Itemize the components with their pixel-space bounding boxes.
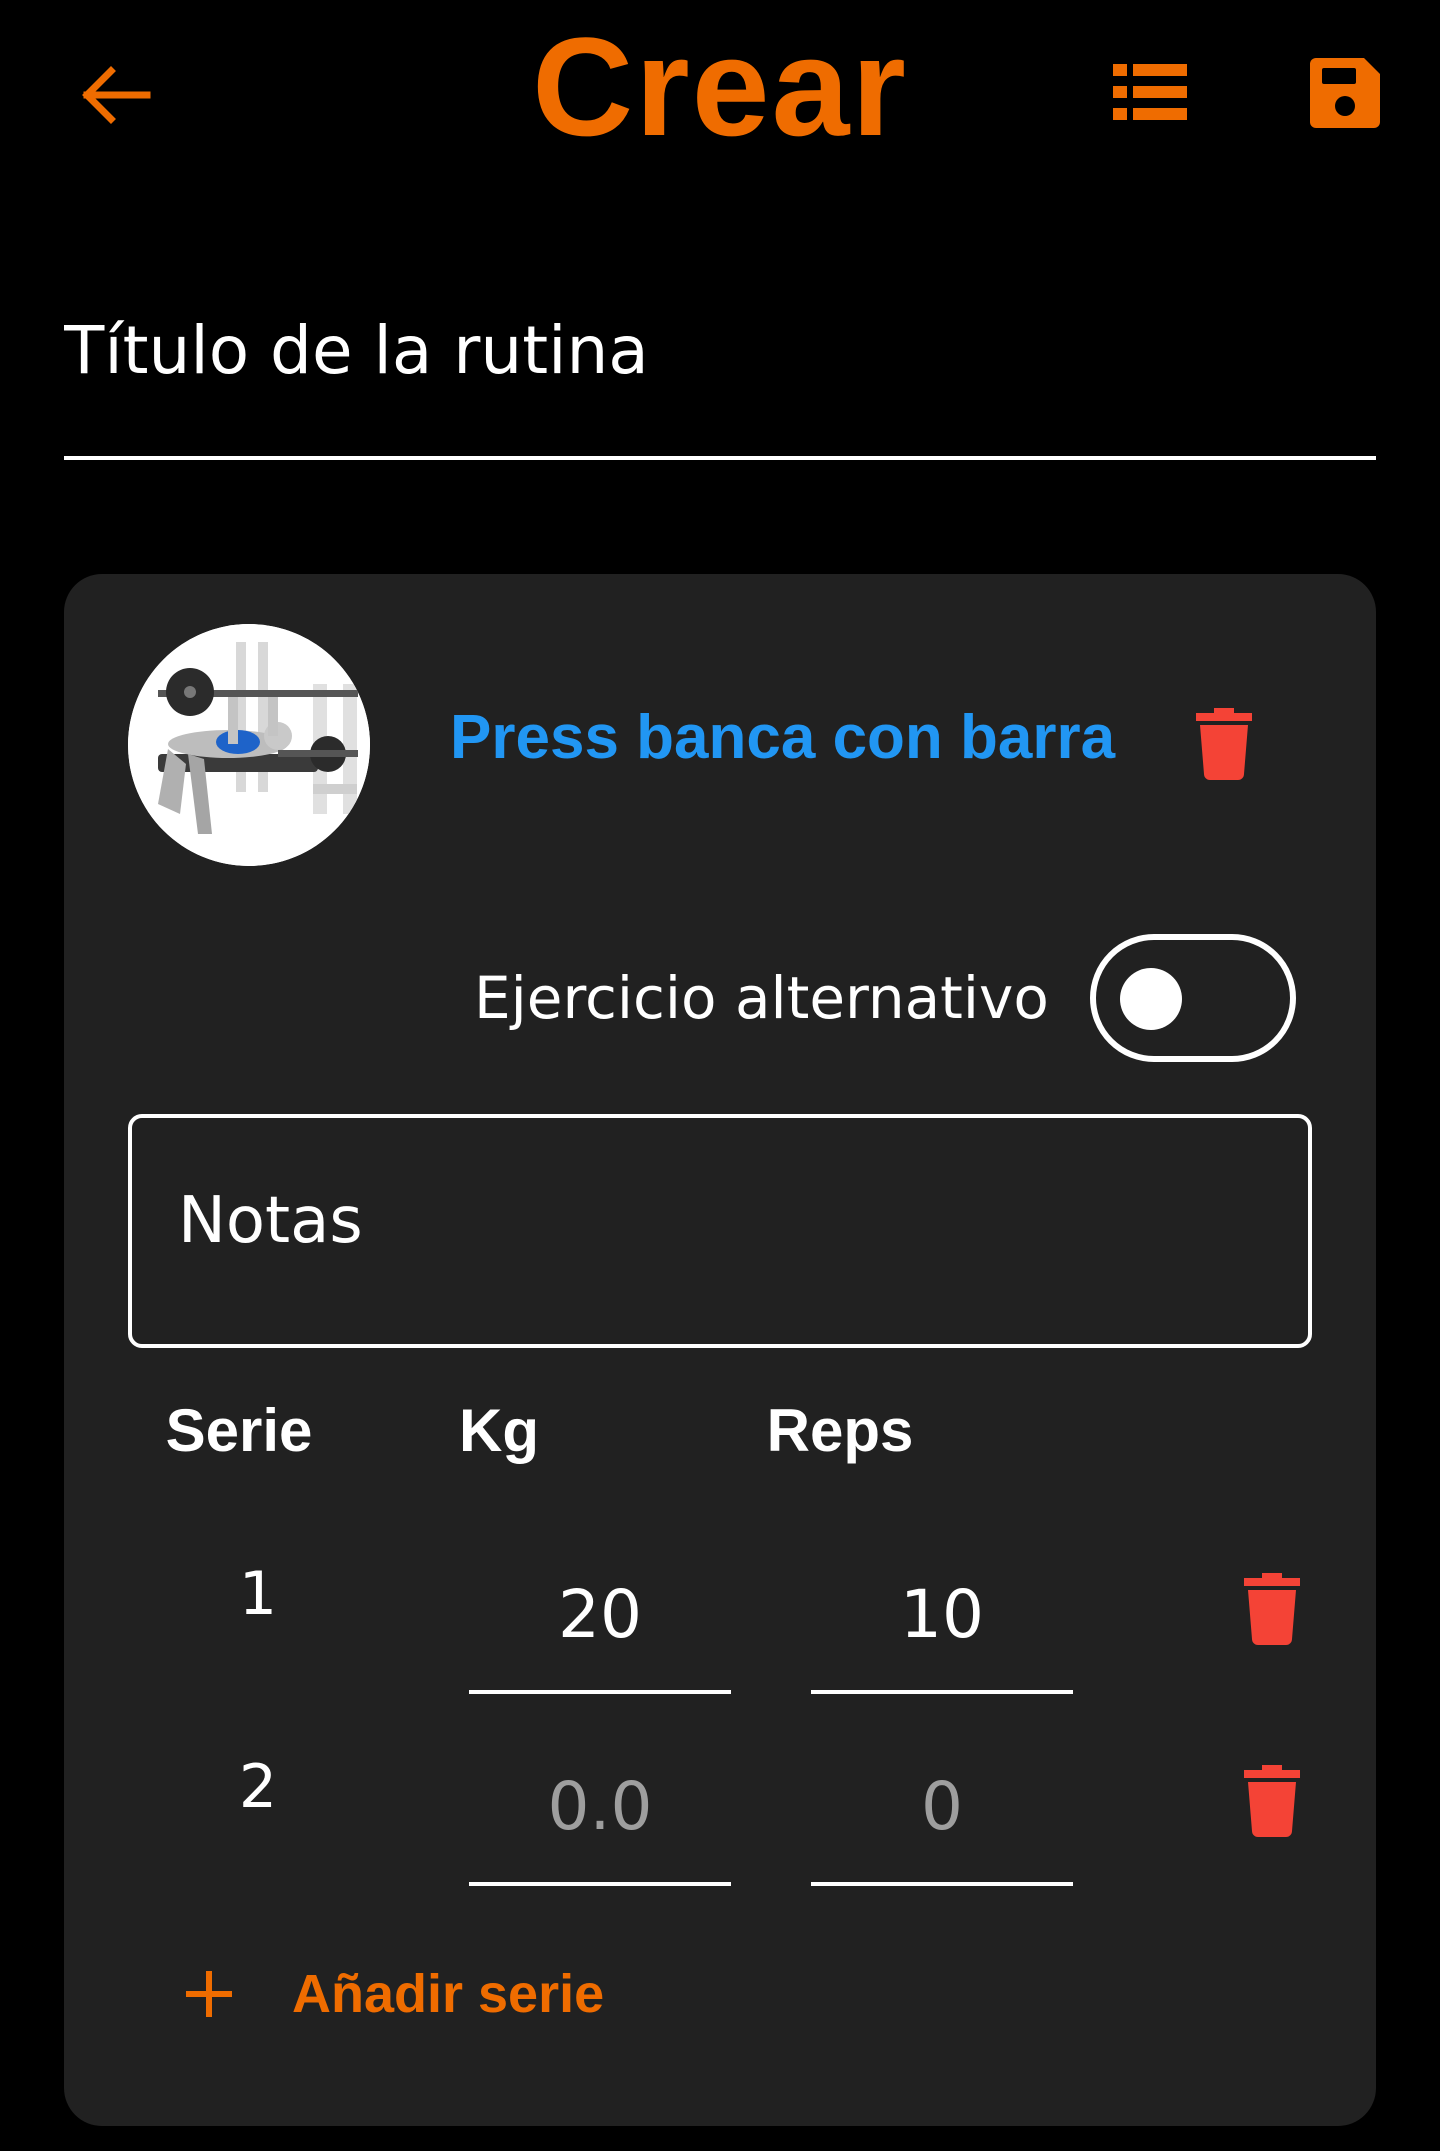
- row-1-reps-underline: [811, 1690, 1073, 1694]
- routine-title-field: [64, 260, 1376, 460]
- notes-field: [128, 1114, 1312, 1348]
- row-1-serie-number: 1: [238, 1559, 278, 1629]
- row-1-reps-field: [811, 1544, 1073, 1694]
- exercise-image: [128, 624, 370, 866]
- alternative-exercise-toggle[interactable]: [1090, 934, 1296, 1062]
- routine-title-underline: [64, 456, 1376, 460]
- row-1-delete-button[interactable]: [1232, 1564, 1312, 1654]
- trash-icon: [1196, 708, 1252, 780]
- column-header-serie: Serie: [165, 1397, 313, 1464]
- row-2-kg-input[interactable]: [469, 1756, 731, 1856]
- list-icon: [1113, 64, 1187, 120]
- row-2-kg-underline: [469, 1882, 731, 1886]
- list-button[interactable]: [1105, 52, 1195, 132]
- row-1-kg-field: [469, 1544, 731, 1694]
- notes-input[interactable]: [178, 1184, 1258, 1284]
- save-icon: [1310, 58, 1380, 128]
- bench-press-illustration: [128, 624, 370, 866]
- app-bar: Crear: [0, 0, 1440, 180]
- create-routine-screen: Crear Título de la rutina Press banca co…: [0, 0, 1440, 2151]
- delete-exercise-button[interactable]: [1184, 699, 1264, 789]
- exercise-name[interactable]: Press banca con barra: [450, 702, 1115, 773]
- row-2-reps-input[interactable]: [811, 1756, 1073, 1856]
- row-2-kg-field: [469, 1736, 731, 1886]
- plus-icon: [174, 1959, 244, 2029]
- row-2-reps-field: [811, 1736, 1073, 1886]
- exercise-card: Press banca con barra Ejercicio alternat…: [64, 574, 1376, 2126]
- column-header-kg: Kg: [459, 1397, 539, 1464]
- add-series-label: Añadir serie: [292, 1964, 605, 2024]
- add-series-button[interactable]: Añadir serie: [174, 1944, 604, 2044]
- alternative-exercise-label: Ejercicio alternativo: [474, 964, 1049, 1032]
- row-2-delete-button[interactable]: [1232, 1756, 1312, 1846]
- page-title: Crear: [532, 8, 908, 165]
- row-1-kg-input[interactable]: [469, 1564, 731, 1664]
- row-2-reps-underline: [811, 1882, 1073, 1886]
- trash-icon: [1244, 1765, 1300, 1837]
- save-button[interactable]: [1300, 48, 1390, 138]
- row-1-kg-underline: [469, 1690, 731, 1694]
- column-header-reps: Reps: [766, 1397, 914, 1464]
- row-2-serie-number: 2: [238, 1752, 278, 1822]
- trash-icon: [1244, 1573, 1300, 1645]
- toggle-knob: [1120, 968, 1182, 1030]
- routine-title-input[interactable]: [64, 300, 1376, 400]
- row-1-reps-input[interactable]: [811, 1564, 1073, 1664]
